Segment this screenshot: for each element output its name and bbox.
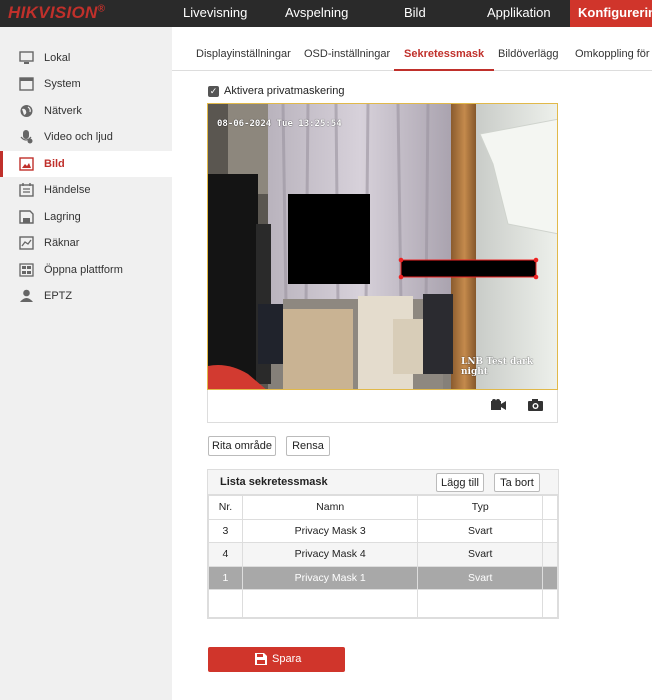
sidebar-item-label: Öppna plattform xyxy=(44,264,123,276)
row-nr: 1 xyxy=(208,565,243,590)
table-row-selected[interactable]: 1 Privacy Mask 1 Svart xyxy=(208,565,558,590)
nav-playback[interactable]: Avspelning xyxy=(285,0,348,27)
system-icon xyxy=(19,77,34,91)
tab-display-settings[interactable]: Displayinställningar xyxy=(196,27,291,71)
clear-button[interactable]: Rensa xyxy=(286,436,330,456)
row-name: Privacy Mask 1 xyxy=(241,565,419,590)
table-row[interactable]: 4 Privacy Mask 4 Svart xyxy=(208,542,558,567)
grid-icon xyxy=(19,263,34,277)
snapshot-camera-icon[interactable] xyxy=(528,398,543,411)
sidebar-item-label: Räknar xyxy=(44,237,80,249)
row-name: Privacy Mask 3 xyxy=(241,518,419,543)
row-type: Svart xyxy=(417,542,544,567)
hikvision-logo: HIKVISION® xyxy=(8,3,106,22)
top-navigation-bar: HIKVISION® Livevisning Avspelning Bild A… xyxy=(0,0,652,27)
sidebar-item-open-platform[interactable]: Öppna plattform xyxy=(0,257,172,283)
nav-image[interactable]: Bild xyxy=(404,0,426,27)
record-video-icon[interactable] xyxy=(491,399,506,411)
nav-application[interactable]: Applikation xyxy=(487,0,551,27)
column-header-nr: Nr. xyxy=(208,495,243,520)
sidebar-item-label: Bild xyxy=(44,158,65,170)
draw-area-button[interactable]: Rita område xyxy=(208,436,276,456)
sidebar-item-network[interactable]: Nätverk xyxy=(0,98,172,124)
save-button[interactable]: Spara xyxy=(208,647,345,672)
row-nr: 3 xyxy=(208,518,243,543)
sidebar-item-label: System xyxy=(44,78,81,90)
sidebar-item-eptz[interactable]: EPTZ xyxy=(0,283,172,309)
floppy-disk-icon xyxy=(255,653,267,665)
nav-live-view[interactable]: Livevisning xyxy=(183,0,247,27)
row-nr: 4 xyxy=(208,542,243,567)
sidebar-item-label: EPTZ xyxy=(44,290,73,302)
sidebar-item-system[interactable]: System xyxy=(0,71,172,97)
camera-scene-image xyxy=(208,104,557,389)
sidebar-item-video-audio[interactable]: Video och ljud xyxy=(0,124,172,150)
sidebar-item-label: Lokal xyxy=(44,52,71,64)
delete-mask-button[interactable]: Ta bort xyxy=(494,473,540,492)
privacy-mask-list-title: Lista sekretessmask xyxy=(220,476,328,488)
privacy-mask-list: Lista sekretessmask Lägg till Ta bort Nr… xyxy=(207,469,559,619)
osd-camera-name: LNB Test dark night xyxy=(461,357,534,377)
enable-privacy-mask-checkbox[interactable]: ✓ xyxy=(208,86,219,97)
privacy-mask-3 xyxy=(288,194,370,284)
nav-configuration[interactable]: Konfigurering xyxy=(570,0,652,27)
row-type: Svart xyxy=(417,565,544,590)
table-row[interactable]: 3 Privacy Mask 3 Svart xyxy=(208,518,558,543)
storage-icon xyxy=(19,210,34,224)
microphone-icon xyxy=(20,130,33,144)
add-mask-button[interactable]: Lägg till xyxy=(436,473,484,492)
sidebar-item-label: Nätverk xyxy=(44,105,82,117)
chart-icon xyxy=(19,236,34,250)
column-header-name: Namn xyxy=(241,495,419,520)
video-toolbar xyxy=(207,390,558,423)
live-video-preview[interactable]: 08-06-2024 Tue 13:25:54 LNB Test dark ni… xyxy=(207,103,558,390)
person-icon xyxy=(20,289,33,302)
column-header-type: Typ xyxy=(417,495,544,520)
sidebar-item-label: Händelse xyxy=(44,184,91,196)
settings-tabs: Displayinställningar OSD-inställningar S… xyxy=(172,27,652,71)
privacy-mask-list-header: Lista sekretessmask Lägg till Ta bort xyxy=(208,470,558,495)
sidebar: Lokal System Nätverk Video och ljud Bild… xyxy=(0,27,172,700)
sidebar-item-label: Lagring xyxy=(44,211,81,223)
monitor-icon xyxy=(19,51,34,64)
tab-privacy-mask[interactable]: Sekretessmask xyxy=(394,27,495,71)
sidebar-item-label: Video och ljud xyxy=(44,131,113,143)
enable-privacy-mask-label: Aktivera privatmaskering xyxy=(224,85,345,97)
image-icon xyxy=(19,157,34,171)
save-button-label: Spara xyxy=(272,653,302,665)
table-row-empty xyxy=(208,589,558,618)
table-header-row: Nr. Namn Typ xyxy=(208,495,558,520)
sidebar-item-event[interactable]: Händelse xyxy=(0,177,172,203)
sidebar-item-local[interactable]: Lokal xyxy=(0,45,172,71)
globe-icon xyxy=(20,105,33,117)
sidebar-item-image[interactable]: Bild xyxy=(0,151,172,177)
privacy-mask-table: Nr. Namn Typ 3 Privacy Mask 3 Svart 4 Pr… xyxy=(208,495,558,618)
osd-datetime: 08-06-2024 Tue 13:25:54 xyxy=(217,119,342,129)
calendar-icon xyxy=(19,183,34,197)
row-type: Svart xyxy=(417,518,544,543)
row-name: Privacy Mask 4 xyxy=(241,542,419,567)
tab-osd-settings[interactable]: OSD-inställningar xyxy=(304,27,390,71)
sidebar-item-storage[interactable]: Lagring xyxy=(0,204,172,230)
tab-switch[interactable]: Omkoppling för b xyxy=(575,27,652,71)
sidebar-item-counter[interactable]: Räknar xyxy=(0,230,172,256)
tab-image-overlay[interactable]: Bildöverlägg xyxy=(498,27,559,71)
